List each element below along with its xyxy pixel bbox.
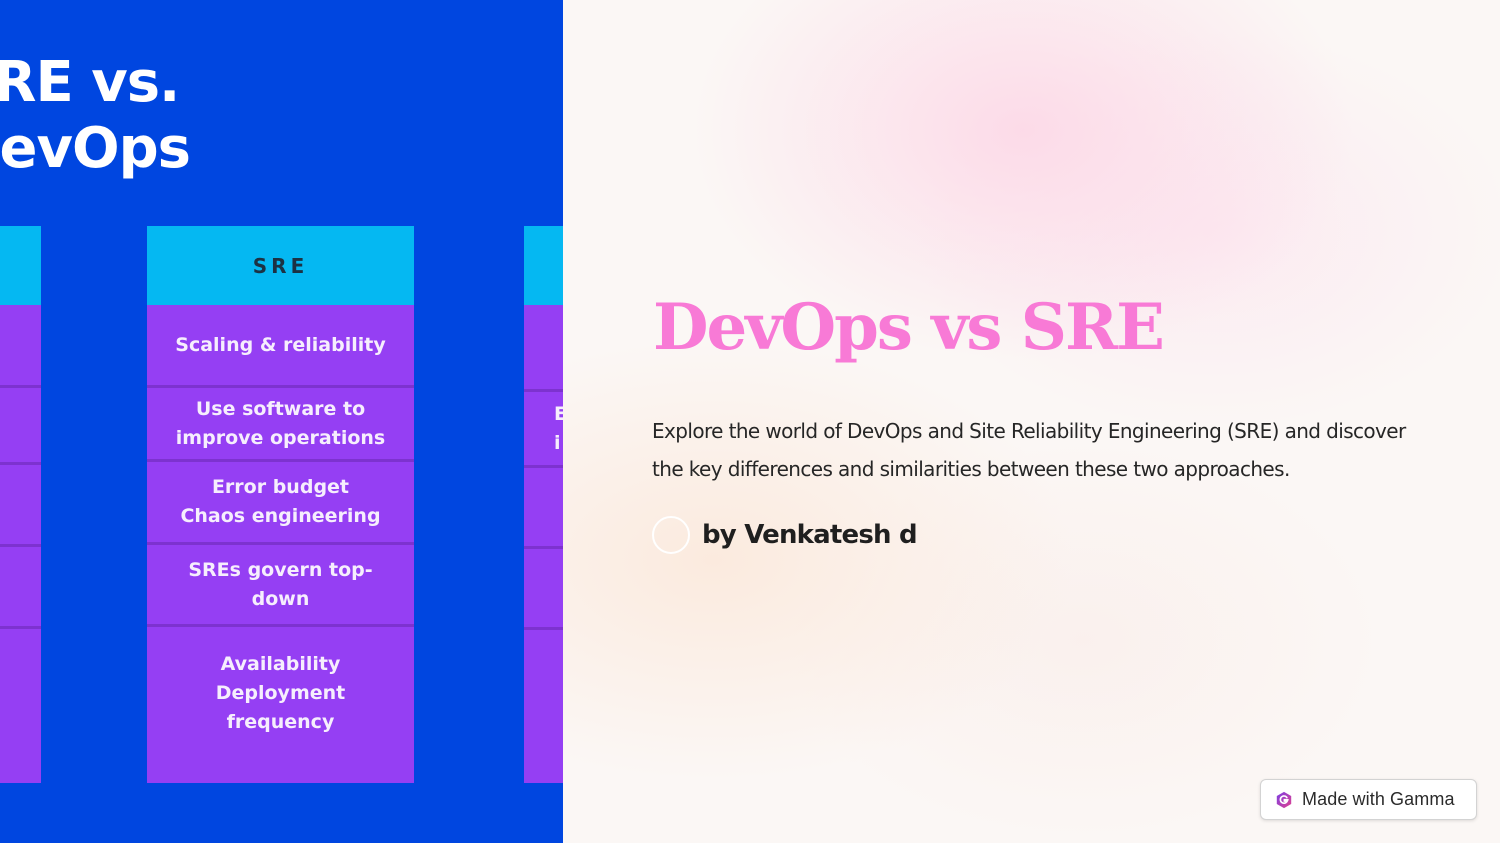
comparison-image: SRE vs. DevOps SRE Scaling & reliability… <box>0 0 563 843</box>
column-cell <box>0 626 41 783</box>
column-cell: Use software to improve operations <box>147 385 414 459</box>
column-cell <box>524 465 563 546</box>
column-cell <box>524 627 563 781</box>
description-text: Explore the world of DevOps and Site Rel… <box>652 419 1406 481</box>
column-cell: Error budget Chaos engineering <box>147 459 414 542</box>
column-cell: SREs govern top- down <box>147 542 414 624</box>
column-cell: E i <box>524 389 563 465</box>
image-title-line-2: DevOps <box>0 116 191 181</box>
made-with-gamma-label: Made with Gamma <box>1302 789 1455 809</box>
column-cell <box>0 544 41 626</box>
comparison-column-right: E i <box>524 226 563 783</box>
column-cell <box>524 305 563 389</box>
comparison-column-sre: SRE Scaling & reliability Use software t… <box>147 226 414 783</box>
column-cell: Scaling & reliability <box>175 333 386 356</box>
column-cell: Availability Deployment frequency <box>147 624 414 759</box>
column-cell <box>0 305 41 385</box>
column-cell <box>0 385 41 462</box>
column-header <box>524 226 563 305</box>
column-cell <box>524 546 563 627</box>
image-title: SRE vs. DevOps <box>0 50 191 182</box>
column-cell <box>0 462 41 544</box>
image-title-line-1: SRE vs. <box>0 50 180 115</box>
title-card: DevOps vs SRE Explore the world of DevOp… <box>563 0 1500 843</box>
avatar <box>652 516 690 554</box>
gamma-logo-icon <box>1276 791 1292 808</box>
made-with-gamma-button[interactable]: Made with Gamma <box>1260 779 1477 820</box>
author-name: by Venkatesh d <box>702 520 918 550</box>
comparison-column-left <box>0 226 41 783</box>
column-header: SRE <box>147 226 414 305</box>
page-title: DevOps vs SRE <box>653 290 1165 365</box>
column-header <box>0 226 41 305</box>
author-byline: by Venkatesh d <box>652 516 918 554</box>
